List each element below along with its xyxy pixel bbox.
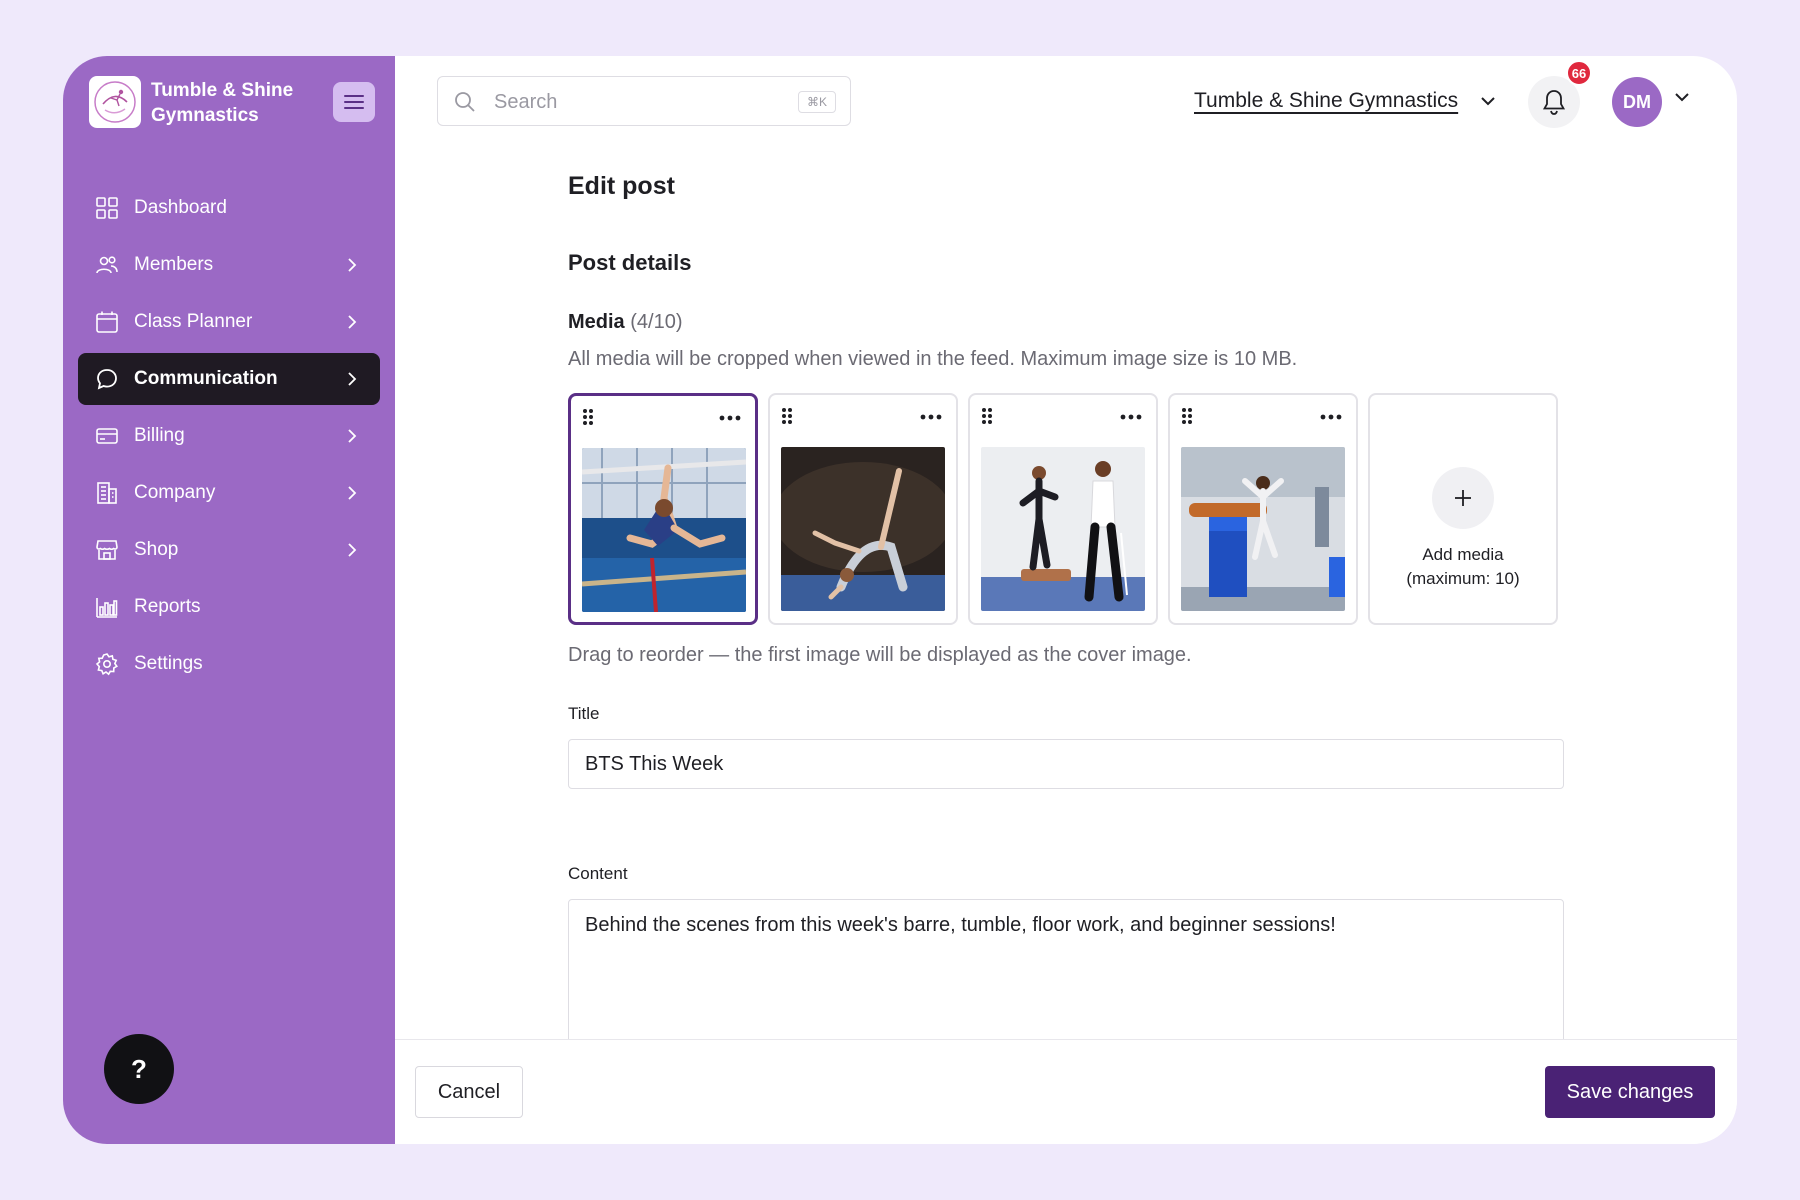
chevron-down-icon[interactable] <box>1674 92 1690 102</box>
reorder-help-text: Drag to reorder — the first image will b… <box>568 644 1192 666</box>
form-footer: Cancel Save changes <box>395 1039 1737 1144</box>
cancel-button[interactable]: Cancel <box>415 1066 523 1118</box>
media-count: (4/10) <box>630 311 683 333</box>
title-input[interactable] <box>568 739 1564 789</box>
media-card[interactable] <box>768 393 958 625</box>
bar-chart-icon <box>94 594 120 620</box>
chevron-right-icon <box>342 426 362 446</box>
gymnast-logo-icon <box>94 81 136 123</box>
hamburger-icon <box>344 95 364 109</box>
chevron-down-icon <box>1480 96 1496 106</box>
app-window: Tumble & Shine Gymnastics Dashboard Memb… <box>63 56 1737 1144</box>
chevron-right-icon <box>342 255 362 275</box>
add-media-label: Add media (maximum: 10) <box>1406 543 1519 591</box>
menu-toggle-button[interactable] <box>333 82 375 122</box>
help-button[interactable]: ? <box>104 1034 174 1104</box>
dashboard-grid-icon <box>94 195 120 221</box>
media-card[interactable] <box>568 393 758 625</box>
more-options-icon[interactable] <box>920 407 942 425</box>
add-media-title: Add media <box>1422 545 1504 564</box>
sidebar-nav: Dashboard Members Class Planner Communic… <box>78 182 380 695</box>
chat-bubble-icon <box>94 366 120 392</box>
sidebar-item-label: Dashboard <box>134 197 227 218</box>
sidebar-item-communication[interactable]: Communication <box>78 353 380 405</box>
chevron-right-icon <box>342 369 362 389</box>
organization-selector[interactable]: Tumble & Shine Gymnastics <box>1194 86 1496 116</box>
content-textarea[interactable]: Behind the scenes from this week's barre… <box>568 899 1564 1059</box>
building-icon <box>94 480 120 506</box>
sidebar-item-label: Class Planner <box>134 311 253 332</box>
search-shortcut-hint: ⌘K <box>797 91 836 113</box>
add-media-button[interactable]: Add media (maximum: 10) <box>1368 393 1558 625</box>
bell-icon <box>1542 90 1566 115</box>
media-thumbnail <box>781 447 945 611</box>
plus-icon <box>1432 467 1494 529</box>
sidebar-item-label: Communication <box>134 368 278 389</box>
search-icon <box>454 91 476 118</box>
chevron-right-icon <box>342 312 362 332</box>
more-options-icon[interactable] <box>719 408 741 426</box>
sidebar: Tumble & Shine Gymnastics Dashboard Memb… <box>63 56 395 1144</box>
media-thumbnail <box>1181 447 1345 611</box>
credit-card-icon <box>94 423 120 449</box>
sidebar-item-company[interactable]: Company <box>78 467 380 519</box>
drag-handle-icon[interactable] <box>582 408 594 431</box>
chevron-right-icon <box>342 483 362 503</box>
sidebar-item-reports[interactable]: Reports <box>78 581 380 633</box>
avatar[interactable]: DM <box>1612 77 1662 127</box>
media-card[interactable] <box>1168 393 1358 625</box>
calendar-icon <box>94 309 120 335</box>
media-thumbnail <box>981 447 1145 611</box>
sidebar-item-billing[interactable]: Billing <box>78 410 380 462</box>
organization-name: Tumble & Shine Gymnastics <box>1194 89 1459 112</box>
sidebar-item-shop[interactable]: Shop <box>78 524 380 576</box>
search-input[interactable] <box>492 87 776 117</box>
gymnast-beam-with-coach-image <box>981 447 1145 611</box>
notification-badge: 66 <box>1566 60 1592 86</box>
more-options-icon[interactable] <box>1120 407 1142 425</box>
page-title: Edit post <box>568 172 675 200</box>
storefront-icon <box>94 537 120 563</box>
title-label: Title <box>568 704 600 723</box>
search-box[interactable]: ⌘K <box>437 76 851 126</box>
media-thumbnail <box>582 448 746 612</box>
sidebar-item-label: Billing <box>134 425 185 446</box>
gear-icon <box>94 651 120 677</box>
members-icon <box>94 252 120 278</box>
gymnast-vault-landing-image <box>1181 447 1345 611</box>
sidebar-item-class-planner[interactable]: Class Planner <box>78 296 380 348</box>
content-label: Content <box>568 864 628 883</box>
media-help-text: All media will be cropped when viewed in… <box>568 348 1298 370</box>
sidebar-item-label: Shop <box>134 539 179 560</box>
sidebar-item-dashboard[interactable]: Dashboard <box>78 182 380 234</box>
brand: Tumble & Shine Gymnastics <box>89 76 379 136</box>
media-label-text: Media <box>568 311 625 333</box>
sidebar-item-settings[interactable]: Settings <box>78 638 380 690</box>
media-label: Media (4/10) <box>568 311 683 334</box>
sidebar-item-label: Settings <box>134 653 203 674</box>
section-title: Post details <box>568 250 692 275</box>
brand-logo <box>89 76 141 128</box>
drag-handle-icon[interactable] <box>981 407 993 430</box>
sidebar-item-members[interactable]: Members <box>78 239 380 291</box>
gymnast-floor-backbend-image <box>781 447 945 611</box>
add-media-limit: (maximum: 10) <box>1406 569 1520 588</box>
sidebar-item-label: Reports <box>134 596 201 617</box>
gymnast-uneven-bars-image <box>582 448 746 612</box>
save-changes-button[interactable]: Save changes <box>1545 1066 1715 1118</box>
chevron-right-icon <box>342 540 362 560</box>
media-card[interactable] <box>968 393 1158 625</box>
drag-handle-icon[interactable] <box>1181 407 1193 430</box>
brand-name: Tumble & Shine Gymnastics <box>151 80 294 126</box>
sidebar-item-label: Members <box>134 254 214 275</box>
more-options-icon[interactable] <box>1320 407 1342 425</box>
sidebar-item-label: Company <box>134 482 216 503</box>
drag-handle-icon[interactable] <box>781 407 793 430</box>
